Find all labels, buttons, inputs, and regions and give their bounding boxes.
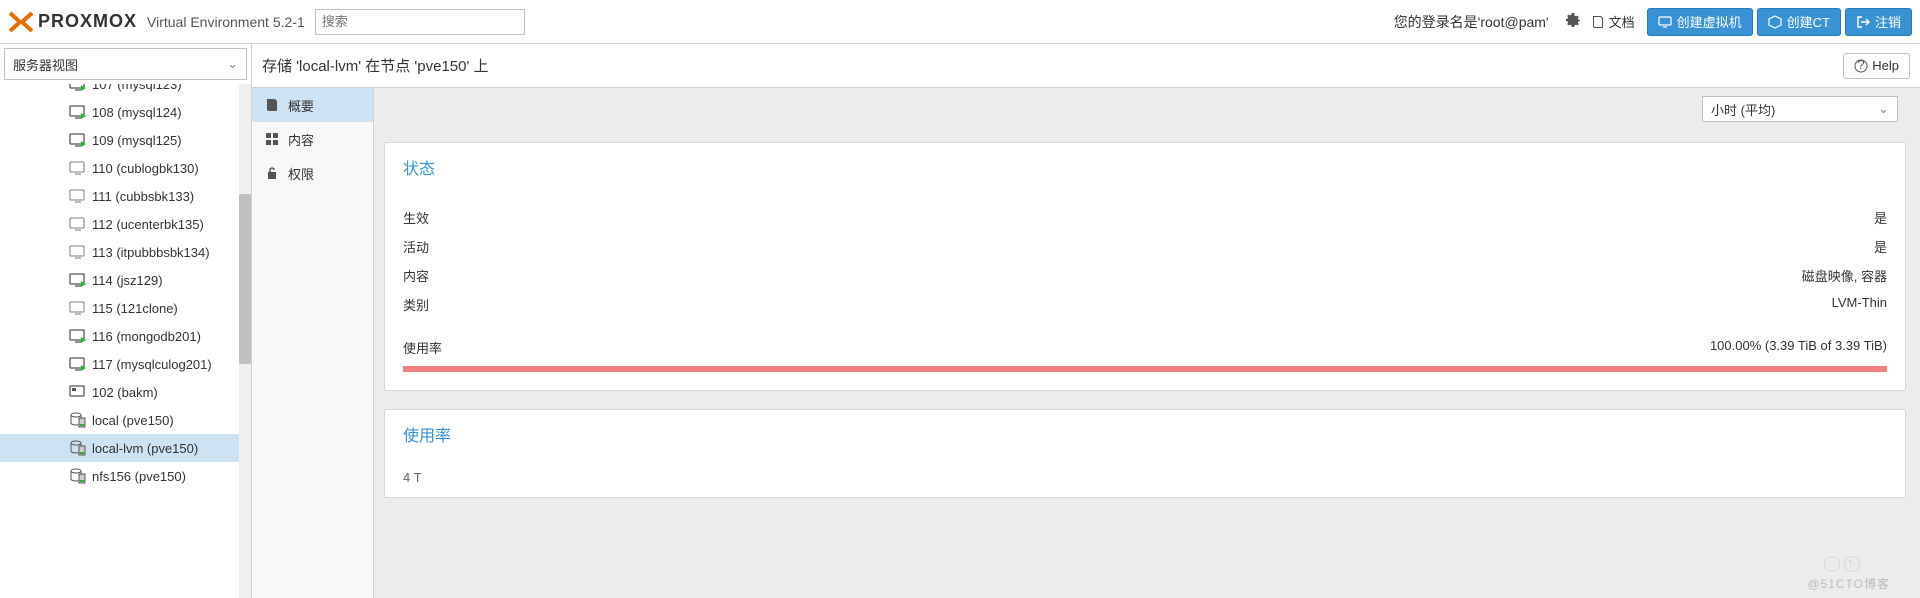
storage-icon — [68, 468, 88, 484]
version-text: Virtual Environment 5.2-1 — [147, 14, 305, 30]
tree-item[interactable]: 102 (bakm) — [0, 378, 251, 406]
vm-off-icon — [68, 245, 88, 259]
logout-button[interactable]: 注销 — [1845, 8, 1912, 36]
storage-icon — [68, 440, 88, 456]
usage-row: 使用率 100.00% (3.39 TiB of 3.39 TiB) — [403, 333, 1887, 362]
status-title: 状态 — [403, 155, 1887, 179]
tree-item[interactable]: 117 (mysqlculog201) — [0, 350, 251, 378]
tree-item[interactable]: nfs156 (pve150) — [0, 462, 251, 490]
gear-icon[interactable] — [1565, 12, 1581, 31]
tab-book[interactable]: 概要 — [252, 88, 373, 122]
cube-icon — [1768, 15, 1782, 29]
sidebar: 服务器视图 ⌄ 107 (mysql123)108 (mysql124)109 … — [0, 44, 252, 598]
vm-on-icon — [68, 105, 88, 119]
chevron-down-icon: ⌄ — [227, 56, 238, 72]
svg-text:?: ? — [1858, 59, 1865, 72]
tree-item[interactable]: 112 (ucenterbk135) — [0, 210, 251, 238]
breadcrumb-bar: 存储 'local-lvm' 在节点 'pve150' 上 ? Help — [252, 44, 1920, 88]
tree-item[interactable]: 114 (jsz129) — [0, 266, 251, 294]
tab-lock[interactable]: 权限 — [252, 156, 373, 190]
vm-on-icon — [68, 357, 88, 371]
watermark: @51CTO博客 — [1807, 575, 1890, 592]
help-button[interactable]: ? Help — [1843, 53, 1910, 79]
usage-bar — [403, 366, 1887, 372]
tree-item[interactable]: 110 (cublogbk130) — [0, 154, 251, 182]
status-row: 生效是 — [403, 203, 1887, 232]
top-header: PROXMOX Virtual Environment 5.2-1 您的登录名是… — [0, 0, 1920, 44]
grid-icon — [264, 132, 280, 146]
chevron-down-icon: ⌄ — [1878, 101, 1889, 117]
book-icon — [264, 98, 280, 112]
resource-tree: 107 (mysql123)108 (mysql124)109 (mysql12… — [0, 84, 251, 598]
product-name: PROXMOX — [38, 11, 137, 32]
chart-tools: −↻ — [1824, 556, 1860, 572]
ct-icon — [68, 385, 88, 399]
vm-off-icon — [68, 189, 88, 203]
search-input[interactable] — [315, 9, 525, 35]
tree-item[interactable]: local-lvm (pve150) — [0, 434, 251, 462]
book-icon — [1591, 15, 1605, 29]
scrollbar-track[interactable] — [239, 84, 251, 598]
timeframe-select[interactable]: 小时 (平均) ⌄ — [1702, 96, 1898, 122]
create-ct-button[interactable]: 创建CT — [1757, 8, 1841, 36]
lock-icon — [264, 166, 280, 180]
tree-item[interactable]: 108 (mysql124) — [0, 98, 251, 126]
monitor-icon — [1658, 16, 1672, 28]
create-vm-button[interactable]: 创建虚拟机 — [1647, 8, 1753, 36]
login-text: 您的登录名是'root@pam' — [1394, 12, 1549, 32]
tree-item[interactable]: 115 (121clone) — [0, 294, 251, 322]
scrollbar-thumb[interactable] — [239, 194, 251, 364]
vm-off-icon — [68, 301, 88, 315]
vm-on-icon — [68, 133, 88, 147]
docs-link[interactable]: 文档 — [1591, 12, 1635, 31]
view-selector[interactable]: 服务器视图 ⌄ — [4, 48, 247, 80]
status-card: 状态 生效是活动是内容磁盘映像, 容器类别LVM-Thin 使用率 100.00… — [384, 142, 1906, 391]
subtabs: 概要内容权限 — [252, 88, 374, 598]
storage-icon — [68, 412, 88, 428]
usage-card: 使用率 4 T — [384, 409, 1906, 498]
status-row: 类别LVM-Thin — [403, 290, 1887, 319]
summary-panel: 小时 (平均) ⌄ 状态 生效是活动是内容磁盘映像, 容器类别LVM-Thin … — [374, 88, 1920, 598]
tree-item[interactable]: 113 (itpubbbsbk134) — [0, 238, 251, 266]
logo: PROXMOX — [8, 11, 137, 33]
tab-grid[interactable]: 内容 — [252, 122, 373, 156]
status-row: 内容磁盘映像, 容器 — [403, 261, 1887, 290]
vm-off-icon — [68, 161, 88, 175]
tree-item[interactable]: 107 (mysql123) — [0, 84, 251, 98]
tree-item[interactable]: local (pve150) — [0, 406, 251, 434]
tree-item[interactable]: 116 (mongodb201) — [0, 322, 251, 350]
content-area: 存储 'local-lvm' 在节点 'pve150' 上 ? Help 概要内… — [252, 44, 1920, 598]
vm-off-icon — [68, 217, 88, 231]
vm-on-icon — [68, 329, 88, 343]
status-row: 活动是 — [403, 232, 1887, 261]
vm-on-icon — [68, 84, 88, 91]
tree-item[interactable]: 109 (mysql125) — [0, 126, 251, 154]
vm-on-icon — [68, 273, 88, 287]
breadcrumb: 存储 'local-lvm' 在节点 'pve150' 上 — [262, 55, 489, 76]
help-icon: ? — [1854, 59, 1868, 73]
logout-icon — [1856, 15, 1870, 29]
tree-item[interactable]: 111 (cubbsbk133) — [0, 182, 251, 210]
